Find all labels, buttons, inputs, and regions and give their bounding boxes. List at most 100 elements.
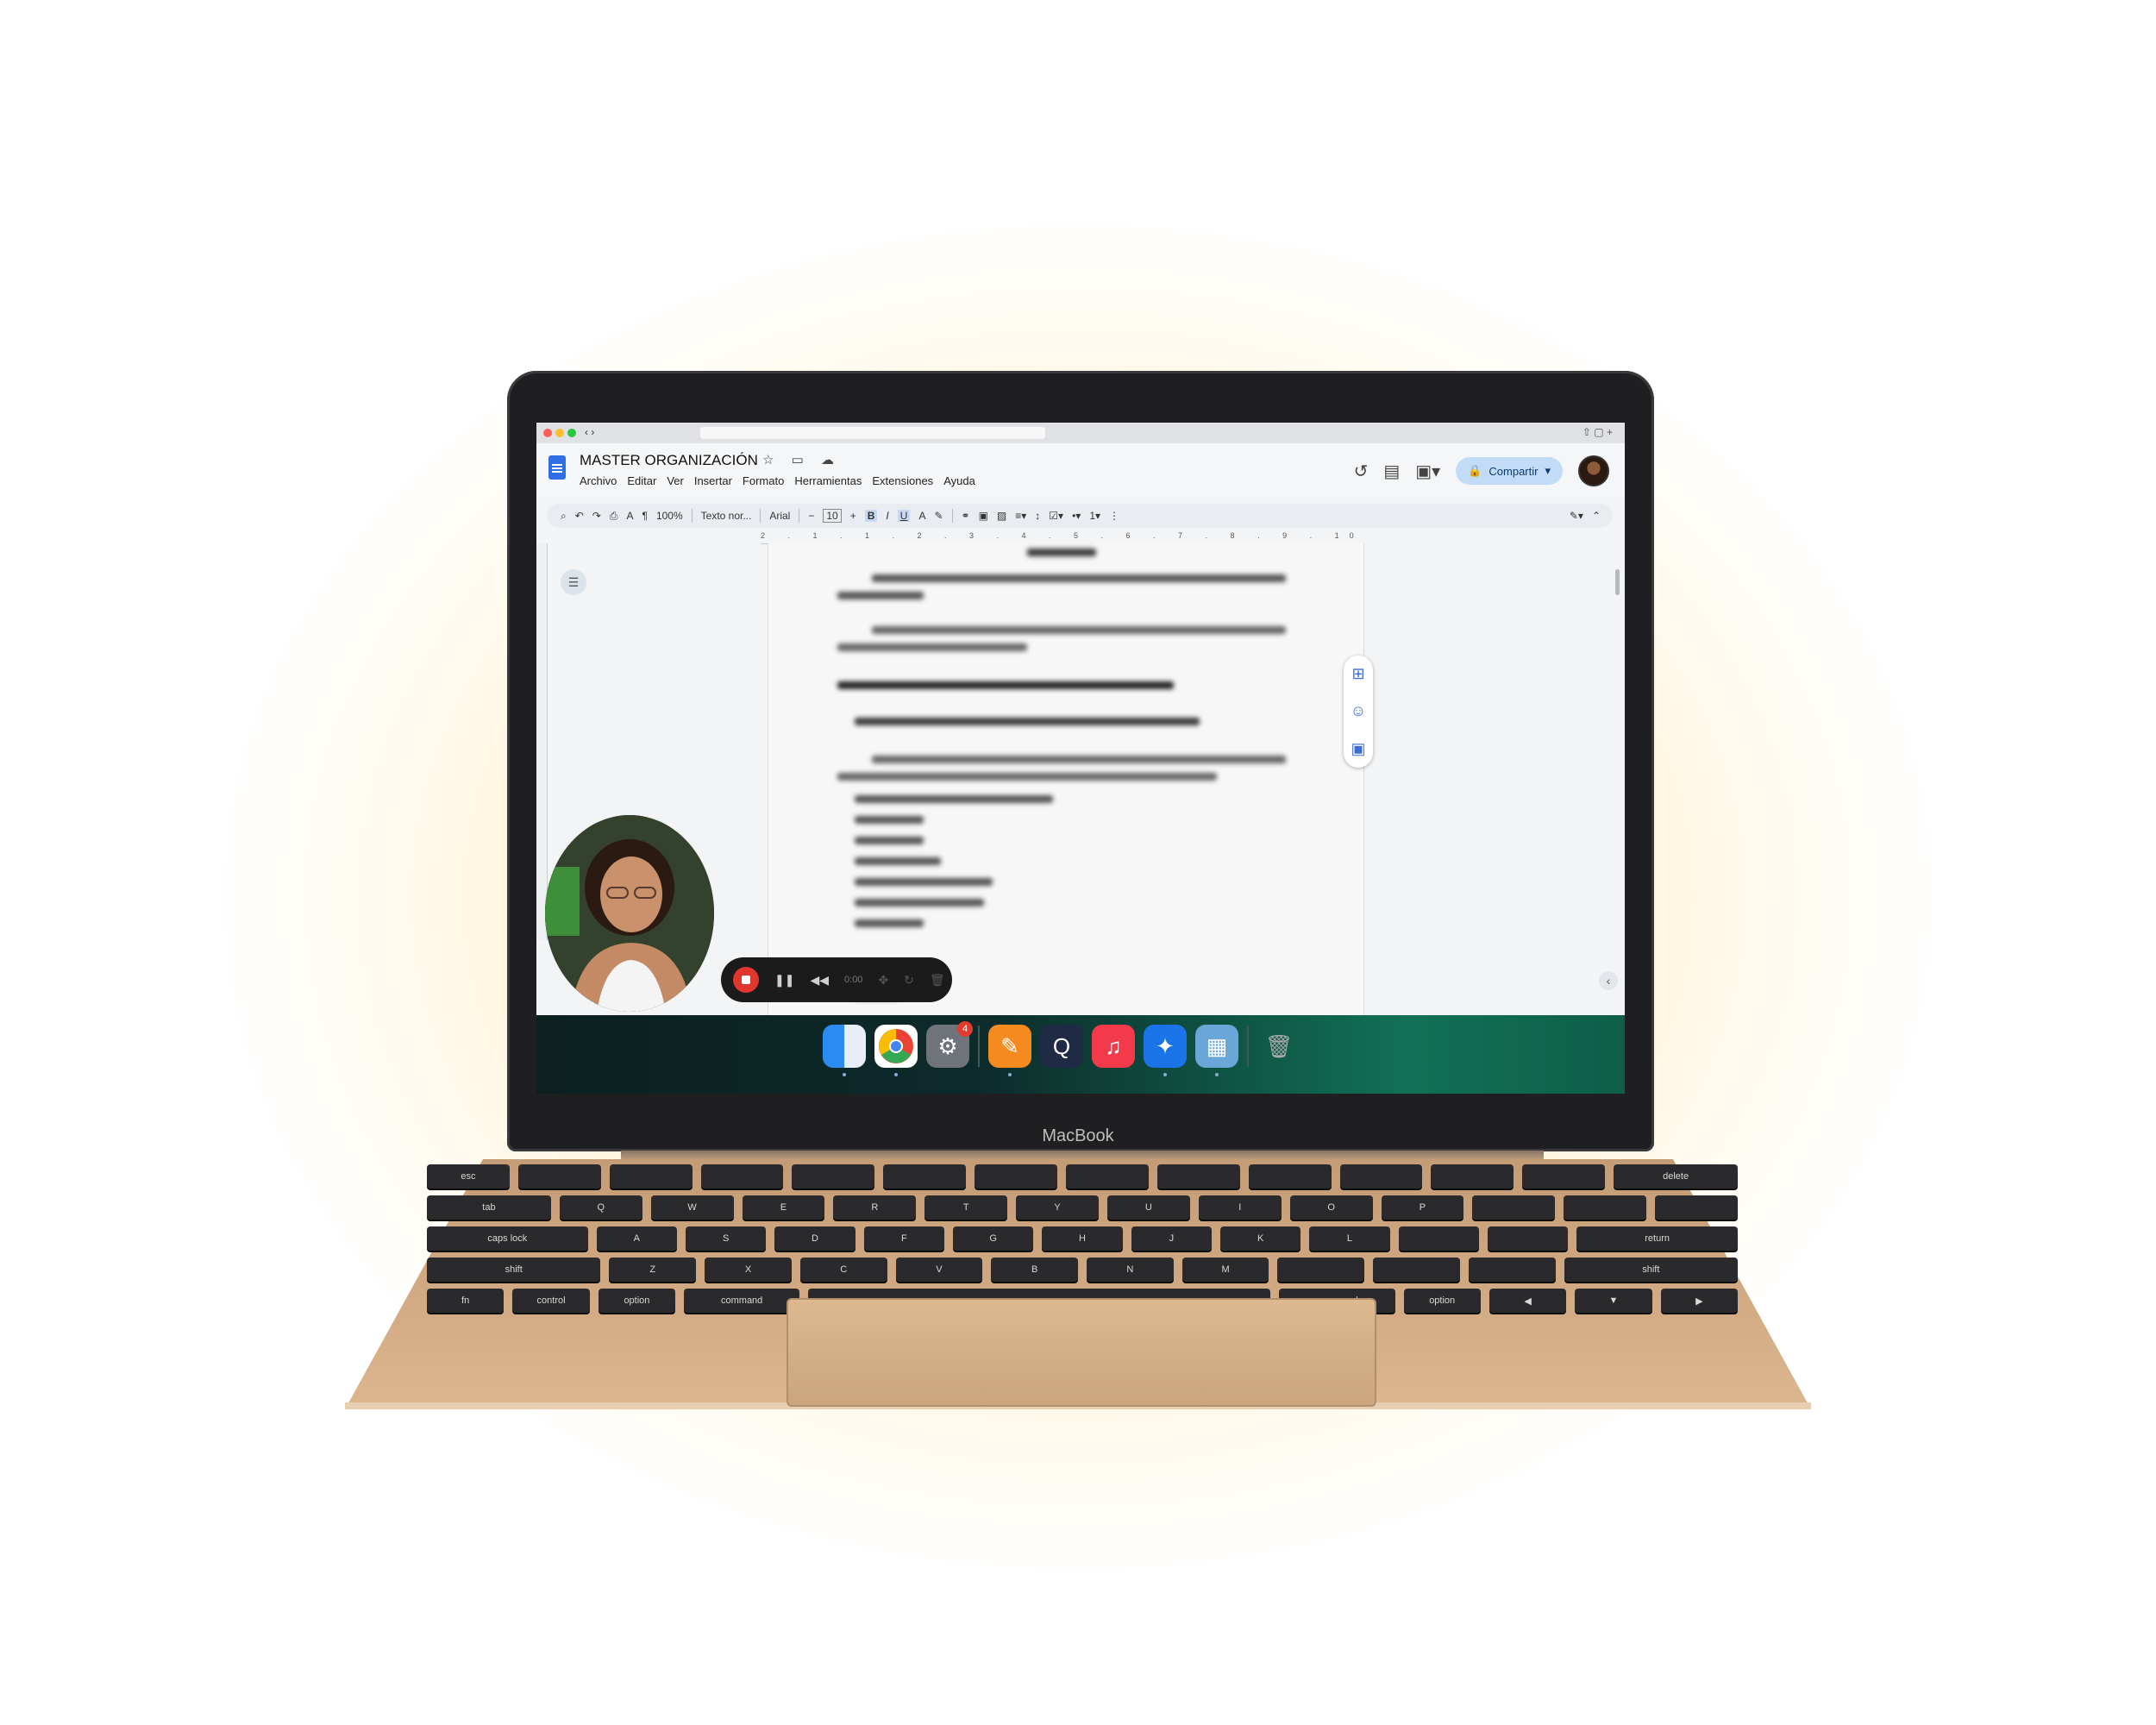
star-folder-cloud-icon[interactable]: ☆ ▭ ☁ <box>762 452 841 467</box>
key: Q <box>559 1195 642 1220</box>
link-icon[interactable]: ⚭ <box>962 510 970 522</box>
key <box>1066 1164 1149 1189</box>
docs-logo-icon[interactable] <box>548 455 566 480</box>
image-icon[interactable]: ▨ <box>997 510 1006 522</box>
window-controls-icon[interactable]: ⇧ ▢ + <box>1583 426 1613 438</box>
dock-divider <box>1247 1026 1249 1067</box>
italic-icon[interactable]: I <box>886 510 888 522</box>
font-decrease-icon[interactable]: − <box>808 510 814 522</box>
key: shift <box>1564 1258 1739 1282</box>
key: C <box>799 1258 887 1282</box>
key <box>1655 1195 1738 1220</box>
side-tools: ⊞ ☺ ▣ <box>1344 656 1373 768</box>
gear-icon[interactable]: ⚙ 4 <box>926 1021 973 1068</box>
scrollbar[interactable] <box>1615 569 1620 595</box>
key: W <box>650 1195 734 1220</box>
collapse-panel-icon[interactable]: ‹ <box>1599 971 1618 990</box>
key: esc <box>427 1164 510 1189</box>
document-title[interactable]: MASTER ORGANIZACIÓN <box>580 452 758 469</box>
align-icon[interactable]: ≡▾ <box>1015 510 1026 522</box>
divider <box>951 509 953 523</box>
quicktime-icon[interactable]: Q <box>1040 1025 1083 1068</box>
address-bar[interactable] <box>700 427 1045 439</box>
trash-icon[interactable]: 🗑 <box>930 973 945 988</box>
style-select[interactable]: Texto nor... <box>701 510 752 522</box>
font-size-input[interactable]: 10 <box>823 509 842 523</box>
bold-icon[interactable]: B <box>864 510 878 522</box>
chrome-logo-icon <box>879 1029 913 1063</box>
key: P <box>1381 1195 1464 1220</box>
close-window-icon[interactable] <box>543 429 552 437</box>
highlight-icon[interactable]: ✎ <box>934 510 943 522</box>
line-spacing-icon[interactable]: ↕ <box>1035 510 1040 522</box>
rewind-icon[interactable]: ◀◀ <box>810 973 829 988</box>
key: T <box>924 1195 1008 1220</box>
finder-icon[interactable] <box>823 1025 866 1076</box>
bullet-list-icon[interactable]: •▾ <box>1072 510 1081 522</box>
menu-extensiones[interactable]: Extensiones <box>872 474 933 487</box>
menu-formato[interactable]: Formato <box>743 474 784 487</box>
stop-recording-button[interactable] <box>733 967 759 993</box>
chrome-icon[interactable] <box>874 1025 918 1076</box>
key <box>883 1164 967 1189</box>
redo-icon[interactable]: ↷ <box>592 510 601 522</box>
share-button[interactable]: 🔒 Compartir ▾ <box>1456 457 1563 485</box>
key: option <box>598 1289 676 1313</box>
minimize-window-icon[interactable] <box>555 429 564 437</box>
zoom-select[interactable]: 100% <box>656 510 683 522</box>
key: delete <box>1614 1164 1738 1189</box>
more-icon[interactable]: ⋮ <box>1109 510 1119 522</box>
key: G <box>953 1226 1034 1251</box>
outline-icon[interactable]: ☰ <box>561 569 586 595</box>
edit-mode-icon[interactable]: ✎▾ <box>1570 510 1583 522</box>
webcam-bubble[interactable] <box>545 815 714 1012</box>
checklist-icon[interactable]: ☑▾ <box>1049 510 1063 522</box>
key: B <box>991 1258 1078 1282</box>
font-increase-icon[interactable]: + <box>850 510 856 522</box>
collapse-toolbar-icon[interactable]: ⌃ <box>1592 510 1601 522</box>
meet-camera-icon[interactable]: ▣▾ <box>1415 461 1440 482</box>
compass-icon[interactable]: ✦ <box>1144 1025 1187 1076</box>
key <box>792 1164 875 1189</box>
restart-icon[interactable]: ↻ <box>904 973 914 988</box>
text-color-icon[interactable]: A <box>918 510 925 522</box>
menu-insertar[interactable]: Insertar <box>694 474 732 487</box>
menu-bar: Archivo Editar Ver Insertar Formato Herr… <box>580 474 975 487</box>
numbered-list-icon[interactable]: 1▾ <box>1089 510 1100 522</box>
suggest-edit-icon[interactable]: ▣ <box>1351 740 1365 758</box>
font-select[interactable]: Arial <box>769 510 790 522</box>
dock-divider <box>978 1026 980 1067</box>
pencil-icon[interactable]: ✎ <box>988 1025 1031 1076</box>
undo-icon[interactable]: ↶ <box>575 510 584 522</box>
back-forward-icon[interactable]: ‹ › <box>585 426 594 438</box>
key: control <box>512 1289 590 1313</box>
chevron-down-icon[interactable]: ▾ <box>1545 464 1551 478</box>
key <box>1468 1258 1556 1282</box>
maximize-window-icon[interactable] <box>567 429 576 437</box>
spellcheck-icon[interactable]: A <box>626 510 633 522</box>
menu-editar[interactable]: Editar <box>627 474 656 487</box>
key <box>700 1164 784 1189</box>
history-icon[interactable]: ↺ <box>1354 461 1369 482</box>
menu-archivo[interactable]: Archivo <box>580 474 617 487</box>
search-icon[interactable]: ⌕ <box>561 510 567 523</box>
trash-bin-icon[interactable]: 🗑 <box>1257 1025 1300 1068</box>
avatar[interactable] <box>1578 455 1609 486</box>
underline-icon[interactable]: U <box>897 510 911 522</box>
menu-ayuda[interactable]: Ayuda <box>943 474 975 487</box>
add-comment-icon[interactable]: ⊞ <box>1351 665 1364 683</box>
emoji-reaction-icon[interactable]: ☺ <box>1351 702 1366 720</box>
comment-icon[interactable]: ▣ <box>979 510 988 522</box>
comments-icon[interactable]: ▤ <box>1383 461 1400 482</box>
music-icon[interactable]: ♫ <box>1092 1025 1135 1068</box>
menu-ver[interactable]: Ver <box>667 474 684 487</box>
menu-herramientas[interactable]: Herramientas <box>794 474 862 487</box>
print-icon[interactable]: ⎙ <box>610 510 618 523</box>
pause-icon[interactable]: ❚❚ <box>774 973 794 988</box>
key: tab <box>427 1195 551 1220</box>
preview-icon[interactable]: ▦ <box>1195 1025 1238 1076</box>
key: J <box>1131 1226 1212 1251</box>
paint-format-icon[interactable]: ¶ <box>642 510 647 522</box>
key: K <box>1219 1226 1301 1251</box>
draw-icon[interactable]: ✥ <box>878 973 888 988</box>
